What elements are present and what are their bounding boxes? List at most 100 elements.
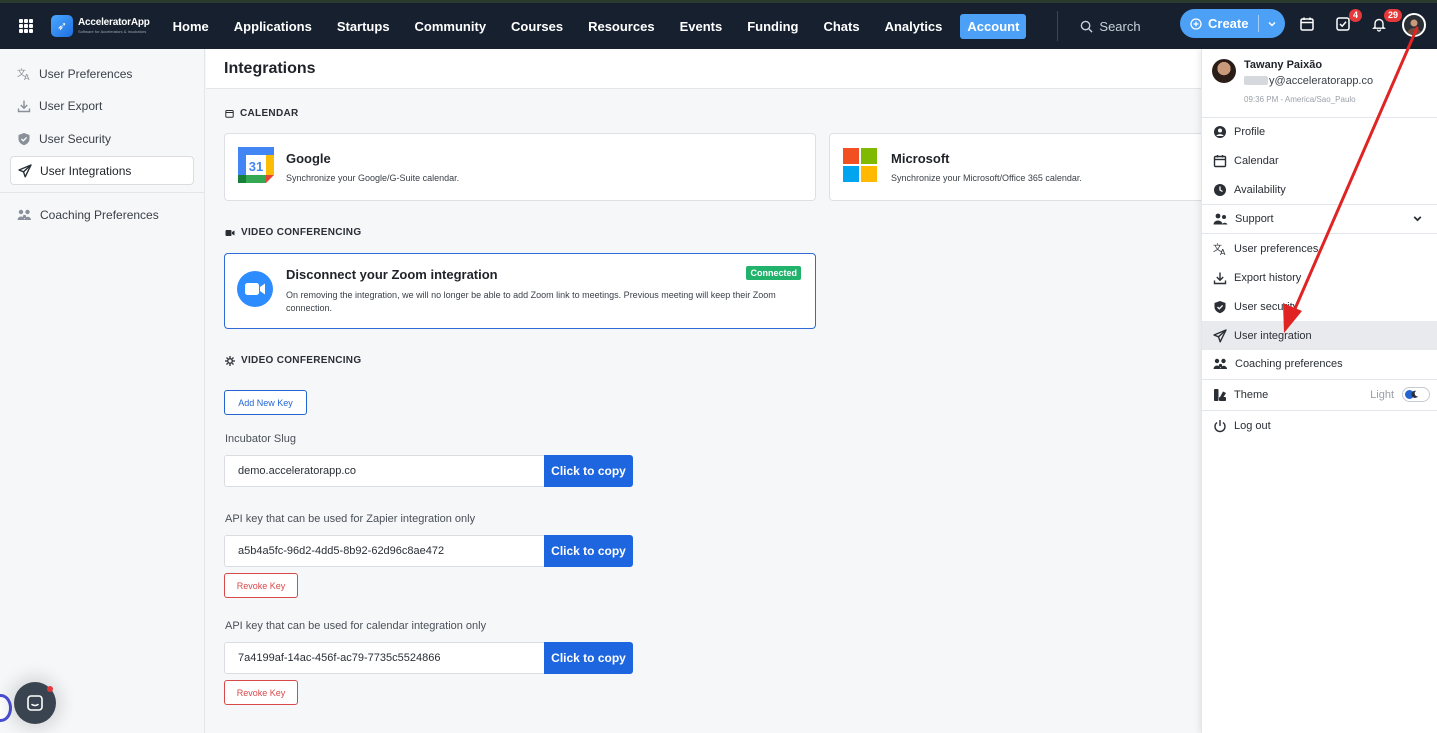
- menu-item-availability[interactable]: Availability: [1202, 175, 1437, 204]
- menu-item-user-security[interactable]: User security: [1202, 292, 1437, 321]
- page-header: Integrations: [206, 49, 1206, 89]
- nav-chats[interactable]: Chats: [816, 14, 866, 39]
- avatar-icon: [1407, 19, 1421, 34]
- main-nav: Home Applications Startups Community Cou…: [166, 13, 1038, 39]
- revoke-calendar-key-button[interactable]: Revoke Key: [224, 680, 298, 705]
- sidebar-item-user-integrations[interactable]: User Integrations: [10, 156, 194, 185]
- sidebar-item-label: User Security: [39, 131, 112, 146]
- google-calendar-day: 31: [249, 159, 263, 174]
- settings-sidebar: 文A User Preferences User Export User Sec…: [0, 49, 205, 733]
- svg-text:A: A: [24, 73, 30, 81]
- avatar: [1212, 59, 1236, 83]
- user-avatar-button[interactable]: [1402, 13, 1426, 37]
- slug-field[interactable]: demo.acceleratorapp.co: [224, 455, 545, 487]
- theme-value: Light: [1370, 388, 1394, 401]
- calendar-icon[interactable]: [1299, 16, 1315, 32]
- calendar-icon: [1213, 154, 1227, 167]
- apps-grid-icon[interactable]: [19, 19, 33, 33]
- translate-icon: 文A: [17, 67, 30, 81]
- nav-events[interactable]: Events: [673, 14, 730, 39]
- zoom-title: Disconnect your Zoom integration: [286, 267, 498, 282]
- sidebar-item-label: Coaching Preferences: [40, 207, 159, 222]
- calendar-section-label: CALENDAR: [225, 108, 299, 119]
- copy-slug-button[interactable]: Click to copy: [544, 455, 633, 487]
- users-icon: [1213, 213, 1228, 224]
- menu-item-support[interactable]: Support: [1202, 204, 1437, 233]
- copy-zapier-key-button[interactable]: Click to copy: [544, 535, 633, 567]
- google-desc: Synchronize your Google/G-Suite calendar…: [286, 173, 460, 183]
- user-email: y@acceleratorapp.co: [1244, 75, 1373, 87]
- menu-item-profile[interactable]: Profile: [1202, 117, 1437, 146]
- search-placeholder: Search: [1099, 18, 1141, 34]
- sidebar-item-label: User Export: [39, 98, 103, 113]
- microsoft-logo-icon: [843, 148, 877, 182]
- calendar-key-field[interactable]: 7a4199af-14ac-456f-ac79-7735c5524866: [224, 642, 545, 674]
- sidebar-item-label: User Preferences: [39, 66, 133, 81]
- copy-calendar-key-button[interactable]: Click to copy: [544, 642, 633, 674]
- chevron-down-icon: [1413, 216, 1422, 222]
- user-local-time: 09:36 PM - America/Sao_Paulo: [1244, 95, 1356, 104]
- sidebar-item-user-export[interactable]: User Export: [10, 91, 194, 120]
- sidebar-item-user-preferences[interactable]: 文A User Preferences: [10, 59, 194, 88]
- zapier-key-field[interactable]: a5b4a5fc-96d2-4dd5-8b92-62d96c8ae472: [224, 535, 545, 567]
- brand-tagline: Software for Accelerators & Incubators: [78, 29, 147, 34]
- brand-name: AcceleratorApp: [78, 17, 150, 28]
- menu-item-user-integration[interactable]: User integration: [1202, 321, 1437, 350]
- calendar-small-icon: [225, 110, 234, 118]
- users-icon: [1213, 358, 1227, 369]
- nav-funding[interactable]: Funding: [740, 14, 805, 39]
- plus-circle-icon: [1190, 17, 1202, 30]
- menu-item-log-out[interactable]: Log out: [1202, 411, 1437, 440]
- download-icon: [1213, 272, 1227, 284]
- user-circle-icon: [1214, 125, 1226, 138]
- dropdown-user-info: Tawany Paixão y@acceleratorapp.co 09:36 …: [1202, 49, 1437, 118]
- menu-item-coaching-preferences[interactable]: Coaching preferences: [1202, 349, 1437, 378]
- nav-applications[interactable]: Applications: [227, 14, 319, 39]
- nav-courses[interactable]: Courses: [504, 14, 570, 39]
- calendar-key-label: API key that can be used for calendar in…: [225, 620, 487, 632]
- microsoft-desc: Synchronize your Microsoft/Office 365 ca…: [891, 173, 1082, 183]
- menu-item-export-history[interactable]: Export history: [1202, 263, 1437, 292]
- keys-section-label: VIDEO CONFERENCING: [225, 355, 361, 366]
- revoke-zapier-key-button[interactable]: Revoke Key: [224, 573, 298, 598]
- search-box[interactable]: Search: [1080, 18, 1141, 34]
- nav-community[interactable]: Community: [408, 14, 494, 39]
- palette-icon: [1214, 388, 1226, 401]
- google-title: Google: [286, 151, 331, 166]
- google-calendar-card[interactable]: 31 Google Synchronize your Google/G-Suit…: [224, 133, 816, 201]
- nav-account[interactable]: Account: [960, 13, 1027, 39]
- nav-home[interactable]: Home: [166, 14, 216, 39]
- menu-item-theme[interactable]: Theme Light: [1202, 380, 1437, 409]
- microsoft-calendar-card[interactable]: Microsoft Synchronize your Microsoft/Off…: [829, 133, 1209, 201]
- create-button[interactable]: Create: [1180, 9, 1285, 38]
- add-new-key-button[interactable]: Add New Key: [224, 390, 307, 415]
- zoom-integration-card[interactable]: Disconnect your Zoom integration On remo…: [224, 253, 816, 329]
- svg-text:A: A: [1220, 248, 1226, 256]
- search-icon: [1081, 20, 1093, 33]
- user-name: Tawany Paixão: [1244, 59, 1323, 71]
- page-title: Integrations: [224, 60, 316, 77]
- zoom-desc: On removing the integration, we will no …: [286, 290, 776, 313]
- google-calendar-icon: 31: [238, 147, 274, 183]
- zoom-icon: [237, 271, 273, 307]
- send-icon: [18, 163, 32, 177]
- brand-logo[interactable]: ➶ AcceleratorApp Software for Accelerato…: [51, 15, 150, 37]
- clock-icon: [1214, 183, 1226, 196]
- sidebar-item-user-security[interactable]: User Security: [10, 124, 194, 153]
- create-label: Create: [1208, 16, 1249, 31]
- sidebar-divider: [0, 192, 205, 193]
- task-check-icon[interactable]: [1335, 16, 1351, 32]
- connected-badge: Connected: [746, 266, 801, 280]
- menu-item-user-preferences[interactable]: 文A User preferences: [1202, 234, 1437, 263]
- theme-toggle[interactable]: [1402, 387, 1430, 402]
- microsoft-title: Microsoft: [891, 151, 950, 166]
- download-icon: [17, 100, 31, 112]
- users-icon: [17, 209, 31, 220]
- nav-resources[interactable]: Resources: [581, 14, 661, 39]
- menu-item-calendar[interactable]: Calendar: [1202, 146, 1437, 175]
- nav-analytics[interactable]: Analytics: [878, 14, 950, 39]
- sidebar-item-coaching-preferences[interactable]: Coaching Preferences: [10, 200, 194, 229]
- chevron-down-icon: [1268, 21, 1276, 27]
- nav-startups[interactable]: Startups: [330, 14, 397, 39]
- zapier-key-label: API key that can be used for Zapier inte…: [225, 513, 476, 525]
